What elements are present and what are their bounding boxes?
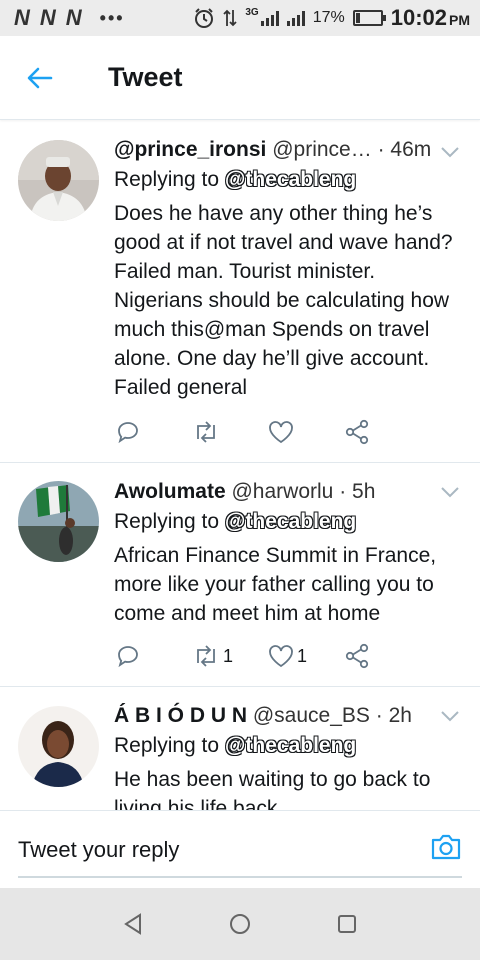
like-count: 1 — [297, 645, 308, 666]
nav-back-button[interactable] — [113, 904, 153, 944]
tweet-time: · 46m — [377, 138, 432, 161]
reply-icon — [118, 646, 138, 668]
chevron-down-icon[interactable] — [440, 485, 460, 499]
battery-icon — [352, 10, 386, 26]
tweet-item[interactable]: @prince_ironsi @prince… · 46m Replying t… — [0, 121, 480, 463]
like-button[interactable]: 1 — [268, 644, 344, 668]
more-notifications-icon: ••• — [99, 7, 125, 28]
reply-button[interactable] — [116, 644, 192, 668]
alarm-icon — [195, 8, 214, 28]
heart-icon — [269, 645, 293, 668]
retweet-button[interactable] — [192, 421, 268, 443]
tweet-time: · 2h — [375, 704, 412, 727]
notification-icons: N N N ••• — [14, 5, 125, 31]
replying-to: Replying to @thecableng — [114, 507, 464, 537]
retweet-button[interactable]: 1 — [192, 645, 268, 667]
replying-to-label: Replying to — [114, 510, 220, 533]
carrier-n-icon: N — [65, 5, 82, 30]
battery-percent: 17% — [312, 9, 345, 26]
reply-button[interactable] — [116, 420, 192, 444]
signal-strength-icon — [260, 10, 279, 26]
reply-feed[interactable]: @prince_ironsi @prince… · 46m Replying t… — [0, 121, 480, 810]
tweet-text: Does he have any other thing he’s good a… — [114, 202, 453, 399]
data-arrows-icon — [223, 9, 237, 27]
user-handle[interactable]: @sauce_BS — [253, 704, 370, 727]
back-button[interactable] — [0, 36, 80, 120]
mention-link[interactable]: @thecableng — [225, 510, 356, 533]
reply-icon — [118, 422, 138, 444]
tweet-item[interactable]: Á B I Ó D U N @sauce_BS · 2h Replying to… — [0, 687, 480, 810]
network-type: 3G — [245, 6, 259, 18]
chevron-down-icon[interactable] — [440, 145, 460, 159]
tweet-header: Awolumate @harworlu · 5h — [114, 477, 464, 507]
clock-time: 10:02 — [390, 5, 447, 30]
circle-home-icon — [229, 914, 250, 934]
nav-home-button[interactable] — [220, 904, 260, 944]
heart-icon — [269, 421, 293, 444]
share-button[interactable] — [344, 643, 420, 669]
camera-icon[interactable] — [430, 833, 462, 861]
tweet-header: Á B I Ó D U N @sauce_BS · 2h — [114, 701, 464, 731]
square-recents-icon — [337, 915, 356, 933]
user-handle[interactable]: @prince… — [272, 138, 372, 161]
tweet-text: African Finance Summit in France, more l… — [114, 544, 437, 625]
display-name[interactable]: @prince_ironsi — [114, 138, 266, 161]
display-name[interactable]: Á B I Ó D U N — [114, 704, 247, 727]
app-header: Tweet — [0, 36, 480, 120]
retweet-icon — [197, 421, 215, 443]
replying-to-label: Replying to — [114, 168, 220, 191]
replying-to: Replying to @thecableng — [114, 731, 464, 761]
tweet-header: @prince_ironsi @prince… · 46m — [114, 135, 464, 165]
share-button[interactable] — [344, 419, 420, 445]
reply-input[interactable] — [18, 833, 398, 867]
triangle-back-icon — [124, 913, 142, 935]
display-name[interactable]: Awolumate — [114, 480, 226, 503]
tweet-actions: 1 1 — [116, 643, 420, 669]
chevron-down-icon[interactable] — [440, 709, 460, 723]
page-title: Tweet — [108, 62, 183, 92]
mention-link[interactable]: @thecableng — [225, 168, 356, 191]
tweet-time: · 5h — [339, 480, 376, 503]
share-icon — [345, 419, 369, 445]
reply-composer — [0, 810, 480, 888]
system-nav-bar — [0, 888, 480, 960]
nav-recents-button[interactable] — [327, 904, 367, 944]
avatar[interactable] — [18, 140, 99, 221]
carrier-n-icon: N — [39, 5, 56, 30]
user-handle[interactable]: @harworlu — [231, 480, 333, 503]
replying-to: Replying to @thecableng — [114, 165, 464, 195]
carrier-n-icon: N — [14, 5, 30, 30]
arrow-left-icon — [27, 67, 53, 88]
retweet-count: 1 — [223, 645, 234, 666]
avatar[interactable] — [18, 706, 99, 787]
signal-strength-2-icon — [286, 10, 305, 26]
tweet-actions — [116, 419, 420, 445]
clock-ampm: PM — [449, 12, 470, 28]
avatar[interactable] — [18, 481, 99, 562]
retweet-icon — [197, 645, 215, 667]
share-icon — [345, 643, 369, 669]
like-button[interactable] — [268, 420, 344, 444]
tweet-item[interactable]: Awolumate @harworlu · 5h Replying to @th… — [0, 463, 480, 687]
mention-link[interactable]: @thecableng — [225, 734, 356, 757]
replying-to-label: Replying to — [114, 734, 220, 757]
input-underline — [18, 876, 462, 878]
status-bar: N N N ••• 3G 17% 10:02 PM — [0, 0, 480, 36]
tweet-text: He has been waiting to go back to living… — [114, 768, 431, 810]
